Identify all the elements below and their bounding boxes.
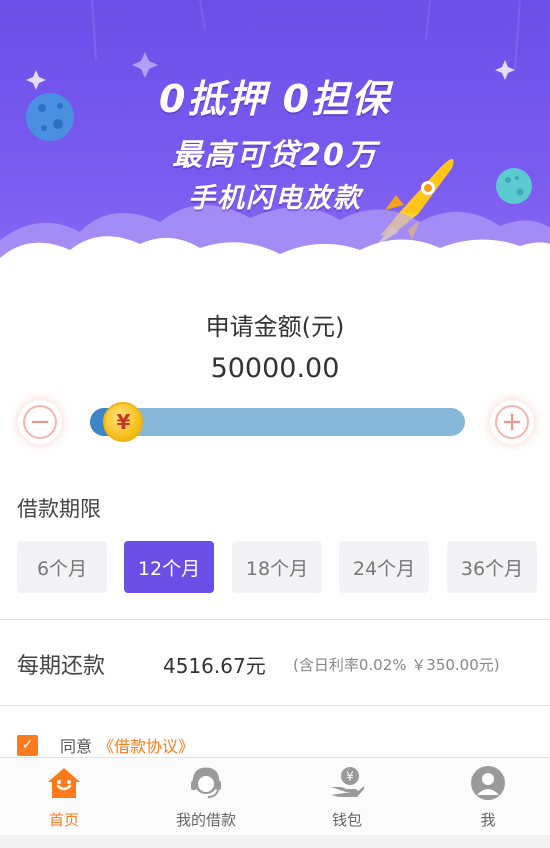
nav-item-my-loans[interactable]: 我的借款	[146, 758, 266, 836]
agreement-row: ✓ 同意 《借款协议》	[17, 733, 194, 757]
term-option-24[interactable]: 24个月	[339, 541, 429, 593]
promo-banner: 0抵押 0担保 最高可贷20万 手机闪电放款	[0, 0, 550, 290]
decrease-amount-button[interactable]: −	[18, 400, 62, 444]
bottom-strip	[0, 835, 550, 848]
banner-tagline: 手机闪电放款	[188, 183, 362, 214]
home-icon	[46, 765, 82, 801]
plus-icon: +	[495, 405, 529, 439]
banner-headline: 0抵押 0担保	[158, 77, 392, 121]
wallet-icon: ¥	[329, 765, 365, 801]
loan-agreement-link[interactable]: 《借款协议》	[98, 733, 194, 757]
increase-amount-button[interactable]: +	[490, 400, 534, 444]
svg-text:¥: ¥	[346, 770, 354, 784]
amount-title: 申请金额(元)	[205, 313, 345, 341]
banner-subheadline: 最高可贷20万	[172, 138, 378, 173]
customer-service-icon	[188, 765, 224, 801]
term-option-36[interactable]: 36个月	[447, 541, 537, 593]
nav-item-wallet[interactable]: ¥ 钱包	[287, 758, 407, 836]
nav-label-wallet: 钱包	[331, 811, 362, 829]
user-icon	[470, 765, 506, 801]
divider	[0, 619, 550, 620]
repayment-amount: 4516.67元	[163, 654, 266, 678]
nav-label-me: 我	[480, 811, 496, 829]
divider	[0, 705, 550, 706]
nav-label-my-loans: 我的借款	[175, 811, 236, 829]
amount-slider-thumb[interactable]: ¥	[103, 402, 144, 442]
agreement-checkbox[interactable]: ✓	[17, 734, 38, 756]
minus-icon: −	[23, 405, 57, 439]
nav-item-home[interactable]: 首页	[4, 758, 124, 836]
term-option-6[interactable]: 6个月	[17, 541, 107, 593]
bottom-nav: 首页 我的借款 ¥ 钱包 我	[0, 757, 550, 835]
nav-item-me[interactable]: 我	[428, 758, 548, 836]
repayment-note: (含日利率0.02% ￥350.00元)	[293, 656, 500, 674]
term-options: 6个月 12个月 18个月 24个月 36个月	[17, 541, 537, 593]
term-label: 借款期限	[17, 497, 101, 521]
term-option-18[interactable]: 18个月	[232, 541, 322, 593]
amount-slider-track[interactable]	[90, 408, 465, 436]
term-option-12[interactable]: 12个月	[124, 541, 214, 593]
nav-label-home: 首页	[48, 811, 79, 829]
repayment-label: 每期还款	[17, 654, 106, 679]
amount-value: 50000.00	[210, 353, 340, 384]
agreement-text: 同意	[60, 737, 93, 756]
